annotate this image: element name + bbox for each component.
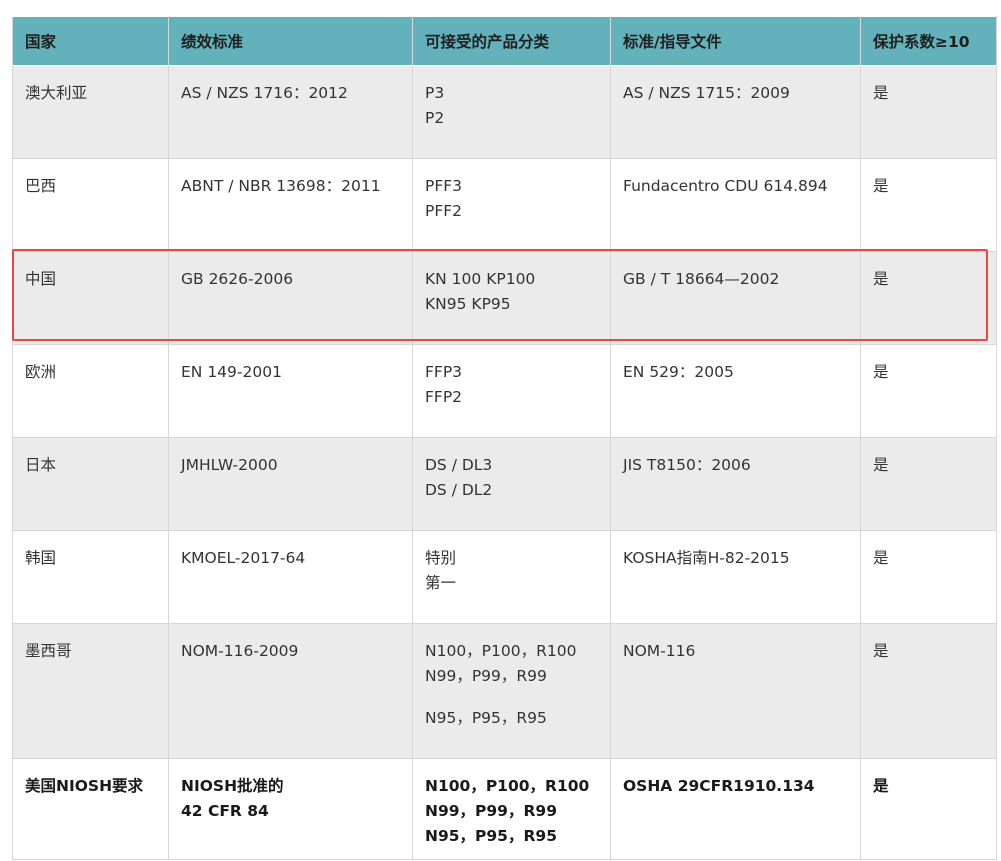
cell-guidance: EN 529：2005 [610, 344, 861, 438]
header-guidance-document: 标准/指导文件 [610, 16, 861, 66]
cell-country: 巴西 [12, 158, 169, 252]
cell-guidance: JIS T8150：2006 [610, 437, 861, 531]
cell-standard: KMOEL-2017-64 [168, 530, 413, 624]
cell-guidance: NOM-116 [610, 623, 861, 759]
table-row: 美国NIOSH要求 NIOSH批准的 42 CFR 84 N100，P100，R1… [12, 758, 997, 860]
cell-factor: 是 [860, 344, 997, 438]
cell-classes: N100，P100，R100 N99，P99，R99 N95，P95，R95 [412, 623, 611, 759]
table-row: 韩国 KMOEL-2017-64 特别 第一 KOSHA指南H-82-2015 是 [12, 530, 997, 624]
table-row: 墨西哥 NOM-116-2009 N100，P100，R100 N99，P99，R… [12, 623, 997, 759]
cell-classes: N100，P100，R100 N99，P99，R99 N95，P95，R95 [412, 758, 611, 860]
cell-standard: ABNT / NBR 13698：2011 [168, 158, 413, 252]
table-row: 欧洲 EN 149-2001 FFP3 FFP2 EN 529：2005 是 [12, 344, 997, 438]
cell-standard: GB 2626-2006 [168, 251, 413, 345]
cell-classes: P3 P2 [412, 65, 611, 159]
cell-standard: NOM-116-2009 [168, 623, 413, 759]
table-row: 巴西 ABNT / NBR 13698：2011 PFF3 PFF2 Fundac… [12, 158, 997, 252]
cell-classes: DS / DL3 DS / DL2 [412, 437, 611, 531]
cell-classes: PFF3 PFF2 [412, 158, 611, 252]
table-row: 澳大利亚 AS / NZS 1716：2012 P3 P2 AS / NZS 17… [12, 65, 997, 159]
cell-standard: NIOSH批准的 42 CFR 84 [168, 758, 413, 860]
header-product-classes: 可接受的产品分类 [412, 16, 611, 66]
table-row: 日本 JMHLW-2000 DS / DL3 DS / DL2 JIS T8150… [12, 437, 997, 531]
cell-factor: 是 [860, 437, 997, 531]
cell-factor: 是 [860, 758, 997, 860]
header-performance-standard: 绩效标准 [168, 16, 413, 66]
cell-classes: 特别 第一 [412, 530, 611, 624]
cell-country: 中国 [12, 251, 169, 345]
cell-factor: 是 [860, 65, 997, 159]
cell-classes: FFP3 FFP2 [412, 344, 611, 438]
cell-guidance: Fundacentro CDU 614.894 [610, 158, 861, 252]
cell-factor: 是 [860, 530, 997, 624]
cell-classes: KN 100 KP100 KN95 KP95 [412, 251, 611, 345]
cell-country: 墨西哥 [12, 623, 169, 759]
cell-guidance: OSHA 29CFR1910.134 [610, 758, 861, 860]
cell-country: 欧洲 [12, 344, 169, 438]
cell-factor: 是 [860, 158, 997, 252]
cell-factor: 是 [860, 623, 997, 759]
table-header-row: 国家 绩效标准 可接受的产品分类 标准/指导文件 保护系数≥10 [12, 16, 997, 66]
respirator-standards-table: 国家 绩效标准 可接受的产品分类 标准/指导文件 保护系数≥10 澳大利亚 AS… [12, 16, 997, 860]
cell-factor: 是 [860, 251, 997, 345]
table-row-china-highlighted: 中国 GB 2626-2006 KN 100 KP100 KN95 KP95 GB… [12, 251, 997, 345]
cell-standard: EN 149-2001 [168, 344, 413, 438]
cell-guidance: KOSHA指南H-82-2015 [610, 530, 861, 624]
cell-guidance: GB / T 18664—2002 [610, 251, 861, 345]
cell-standard: AS / NZS 1716：2012 [168, 65, 413, 159]
cell-country: 韩国 [12, 530, 169, 624]
header-country: 国家 [12, 16, 169, 66]
cell-country: 澳大利亚 [12, 65, 169, 159]
header-protection-factor: 保护系数≥10 [860, 16, 997, 66]
cell-country: 日本 [12, 437, 169, 531]
cell-guidance: AS / NZS 1715：2009 [610, 65, 861, 159]
cell-country: 美国NIOSH要求 [12, 758, 169, 860]
cell-standard: JMHLW-2000 [168, 437, 413, 531]
